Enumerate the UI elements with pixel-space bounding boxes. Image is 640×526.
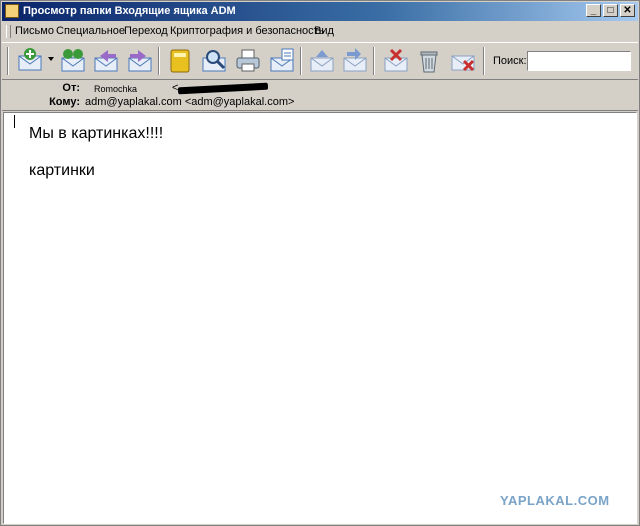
next-message-button[interactable]	[341, 46, 369, 76]
to-label: Кому:	[49, 96, 80, 108]
site-watermark: YAPLAKAL.COM	[500, 493, 610, 508]
menu-special[interactable]: Специальное	[56, 25, 125, 37]
forward-icon	[128, 50, 152, 72]
menu-letter[interactable]: Письмо	[15, 25, 54, 37]
delete-message-icon	[451, 55, 475, 72]
text-cursor	[14, 115, 15, 128]
trash-button[interactable]	[415, 46, 443, 76]
message-body[interactable]: Мы в картинках!!!! картинки YAPLAKAL.COM	[3, 112, 637, 524]
search-label: Поиск:	[493, 55, 527, 67]
search-input[interactable]	[527, 51, 631, 71]
window-title: Просмотр папки Входящие ящика ADM	[23, 5, 236, 17]
trash-icon	[420, 51, 438, 73]
message-line-1: Мы в картинках!!!!	[29, 125, 164, 142]
app-icon	[5, 4, 19, 18]
find-icon	[202, 50, 226, 72]
redacted-email	[177, 82, 269, 95]
get-mail-icon	[61, 49, 85, 72]
menu-grip	[6, 25, 11, 38]
delete-message-button[interactable]	[449, 46, 477, 76]
mail-viewer-window: Просмотр папки Входящие ящика ADM _ □ ✕ Пи…	[0, 0, 640, 526]
toolbar-separator	[373, 47, 375, 75]
menu-crypto[interactable]: Криптография и безопасность	[170, 25, 324, 37]
from-name: Romochka	[94, 84, 138, 94]
toolbar-separator	[300, 47, 302, 75]
delete-mark-icon	[384, 48, 408, 72]
title-bar[interactable]: Просмотр папки Входящие ящика ADM _ □ ✕	[2, 2, 638, 21]
window-controls: _ □ ✕	[584, 4, 635, 19]
menu-bar: Письмо Специальное Переход Криптография …	[2, 22, 638, 41]
previous-message-button[interactable]	[308, 46, 336, 76]
menu-view[interactable]: Вид	[314, 25, 334, 37]
address-book-button[interactable]	[166, 46, 194, 76]
toolbar-separator	[158, 47, 160, 75]
delete-mark-button[interactable]	[382, 46, 410, 76]
to-value[interactable]: adm@yaplakal.com <adm@yaplakal.com>	[85, 96, 294, 108]
get-mail-button[interactable]	[59, 46, 87, 76]
message-header: От: Romochka < Кому: adm@yaplakal.com <a…	[2, 81, 638, 111]
properties-button[interactable]	[268, 46, 296, 76]
close-button[interactable]: ✕	[620, 4, 635, 17]
new-message-icon	[18, 48, 42, 71]
print-button[interactable]	[234, 46, 262, 76]
reply-icon	[94, 50, 118, 72]
previous-message-icon	[310, 50, 334, 72]
menu-navigate[interactable]: Переход	[124, 25, 168, 37]
toolbar-separator	[483, 47, 485, 75]
next-message-icon	[343, 48, 367, 72]
properties-icon	[270, 48, 294, 72]
print-icon	[236, 49, 260, 72]
address-book-icon	[170, 49, 190, 73]
reply-button[interactable]	[92, 46, 120, 76]
new-message-button[interactable]	[16, 46, 44, 76]
maximize-button[interactable]: □	[603, 4, 618, 17]
toolbar: Поиск:	[2, 42, 638, 80]
toolbar-grip	[7, 47, 9, 75]
forward-button[interactable]	[126, 46, 154, 76]
from-label: От:	[62, 82, 80, 94]
new-message-dropdown[interactable]	[48, 57, 54, 61]
find-button[interactable]	[200, 46, 228, 76]
message-line-2: картинки	[29, 162, 95, 179]
minimize-button[interactable]: _	[586, 4, 601, 17]
